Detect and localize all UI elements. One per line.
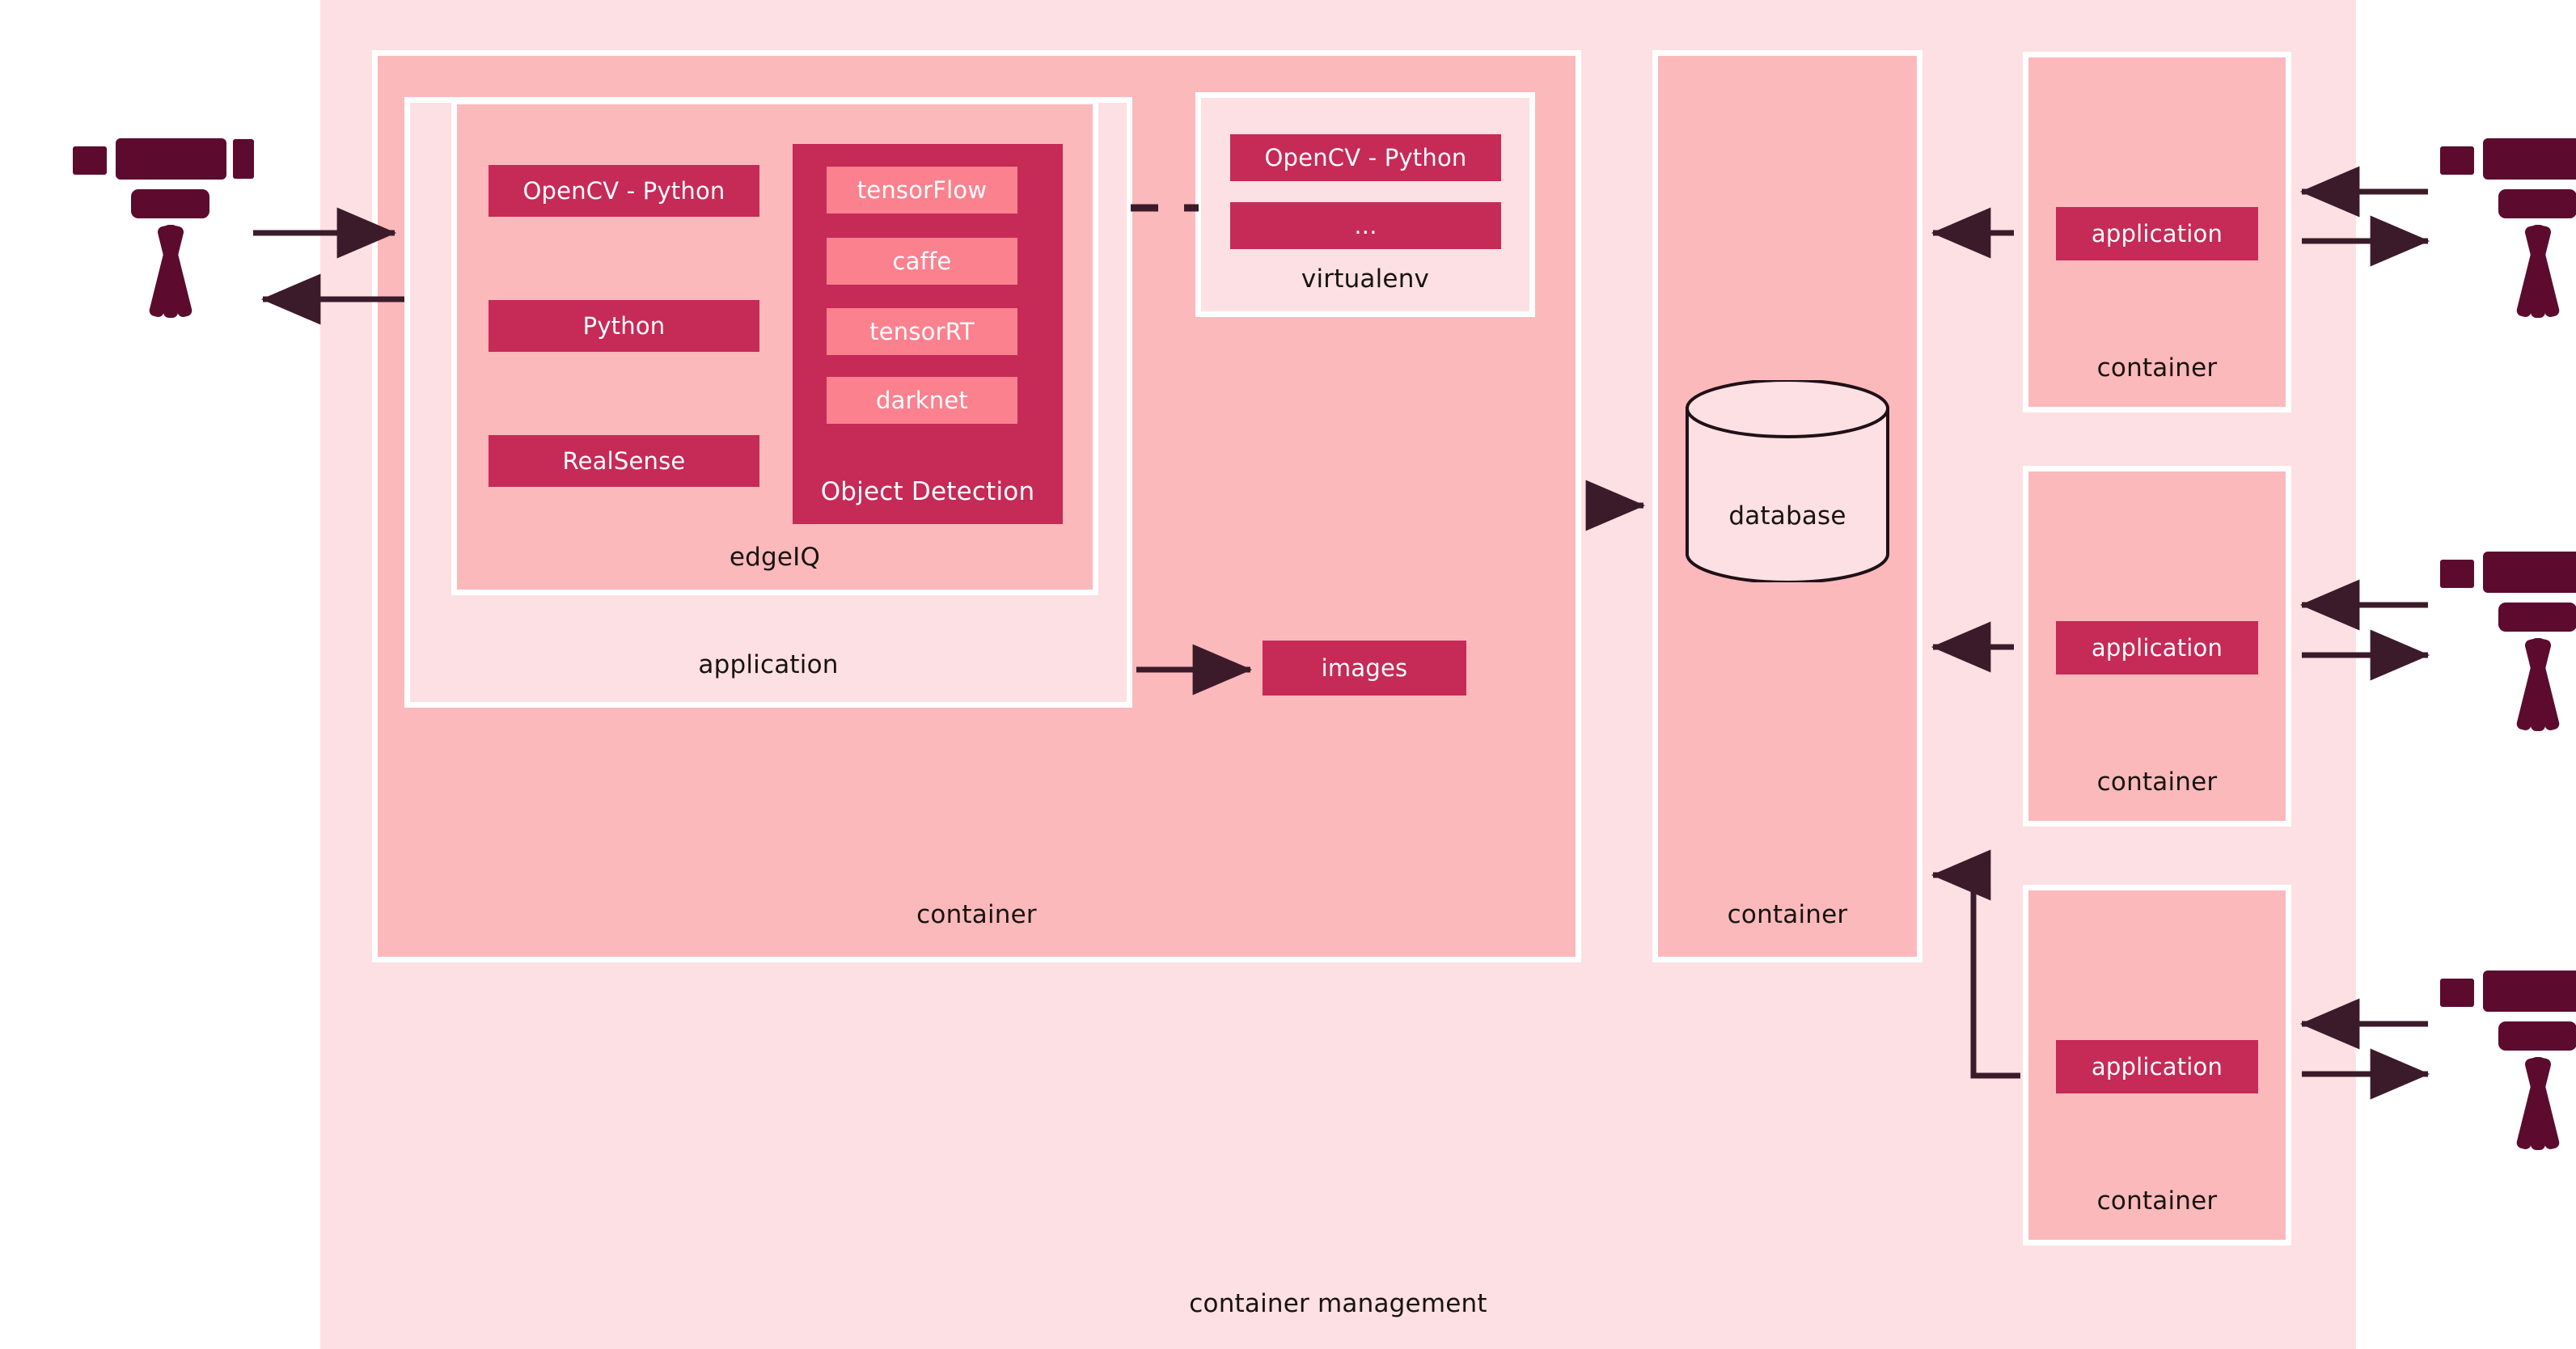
chip-label: tensorFlow: [857, 176, 988, 204]
chip-label: OpenCV - Python: [522, 177, 725, 205]
container-management-label: container management: [1189, 1289, 1487, 1318]
chip-label: OpenCV - Python: [1264, 144, 1467, 171]
application-panel-label: application: [698, 650, 839, 679]
app-container-2-label: container: [2096, 768, 2218, 797]
virtualenv-panel-label: virtualenv: [1301, 264, 1430, 294]
chip-label: application: [2091, 1053, 2223, 1080]
chip-label: ...: [1354, 212, 1377, 239]
chip-tensorflow[interactable]: tensorFlow: [827, 167, 1017, 214]
camera-tripod-icon-right-1: [2440, 138, 2576, 318]
chip-label: application: [2091, 220, 2223, 247]
database-cylinder-icon: database: [1684, 378, 1891, 584]
database-label: database: [1728, 501, 1846, 531]
chip-label: Python: [582, 312, 666, 340]
images-store-label: images: [1321, 654, 1408, 682]
chip-label: caffe: [892, 247, 952, 275]
database-container-label: container: [1727, 900, 1848, 929]
app-container-1-label: container: [2096, 353, 2218, 383]
chip-label: darknet: [876, 387, 968, 414]
chip-caffe[interactable]: caffe: [827, 238, 1017, 285]
app-container-3-label: container: [2096, 1186, 2218, 1216]
chip-python[interactable]: Python: [489, 300, 759, 352]
images-store-box[interactable]: images: [1263, 641, 1466, 696]
chip-virtualenv-ellipsis[interactable]: ...: [1230, 202, 1501, 249]
app-chip-3[interactable]: application: [2056, 1040, 2258, 1093]
chip-darknet[interactable]: darknet: [827, 377, 1017, 424]
camera-tripod-icon-right-3: [2440, 971, 2576, 1150]
main-container-label: container: [916, 900, 1037, 929]
chip-tensorrt[interactable]: tensorRT: [827, 308, 1017, 355]
chip-realsense[interactable]: RealSense: [489, 435, 759, 487]
chip-virtualenv-opencv-python[interactable]: OpenCV - Python: [1230, 134, 1501, 181]
chip-label: tensorRT: [869, 318, 975, 345]
app-chip-2[interactable]: application: [2056, 621, 2258, 674]
app-chip-1[interactable]: application: [2056, 207, 2258, 260]
chip-opencv-python[interactable]: OpenCV - Python: [489, 165, 759, 217]
chip-label: RealSense: [562, 447, 686, 475]
object-detection-label: Object Detection: [820, 477, 1035, 506]
chip-label: application: [2091, 634, 2223, 662]
camera-tripod-icon-right-2: [2440, 552, 2576, 731]
camera-tripod-icon-left: [73, 138, 254, 318]
edgeiq-panel-label: edgeIQ: [729, 543, 821, 572]
